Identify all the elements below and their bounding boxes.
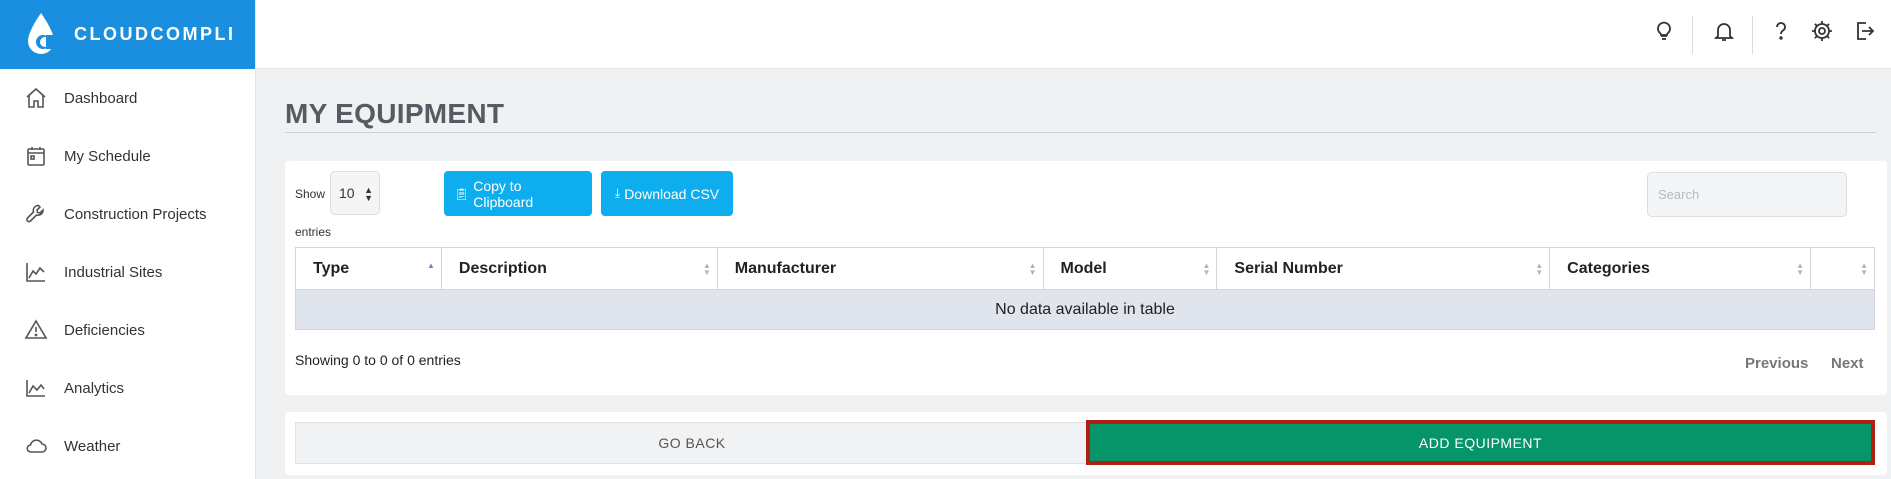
brand-name: CLOUDCOMPLI xyxy=(74,24,236,44)
go-back-button[interactable]: GO BACK xyxy=(295,422,1089,464)
clipboard-icon: 📋︎ xyxy=(454,186,470,201)
gear-icon[interactable] xyxy=(1808,17,1836,45)
table-info: Showing 0 to 0 of 0 entries xyxy=(295,352,461,368)
sort-asc-icon: ▲ xyxy=(426,261,435,270)
wrench-icon xyxy=(24,202,48,226)
sidebar-item-label: Weather xyxy=(64,437,121,455)
download-icon: ⤓ xyxy=(614,186,621,200)
select-arrows-icon: ▲ ▼ xyxy=(364,185,373,203)
sidebar-item-analytics[interactable]: Analytics xyxy=(0,359,255,417)
sort-icon: ▲ ▼ xyxy=(1860,261,1868,277)
top-bar xyxy=(256,0,1891,69)
sidebar-item-label: Analytics xyxy=(64,379,125,397)
column-header-categories[interactable]: Categories ▲ ▼ xyxy=(1549,247,1812,290)
column-header-label: Categories xyxy=(1567,259,1650,277)
page-size-select[interactable]: 10 ▲ ▼ xyxy=(330,171,380,215)
column-header-manufacturer[interactable]: Manufacturer ▲ ▼ xyxy=(716,247,1044,290)
previous-page-button[interactable]: Previous xyxy=(1745,355,1808,372)
sidebar-item-my-schedule[interactable]: My Schedule xyxy=(0,127,255,185)
cloudcompli-logo-icon xyxy=(28,12,56,54)
download-csv-button[interactable]: ⤓ Download CSV xyxy=(601,171,733,216)
action-buttons-card: GO BACK ADD EQUIPMENT xyxy=(285,412,1887,475)
sidebar: CLOUDCOMPLI Dashboard My Schedule Constr… xyxy=(0,0,256,479)
column-header-label: Serial Number xyxy=(1234,259,1343,277)
page-size-value: 10 xyxy=(339,185,355,201)
sort-icon: ▲ ▼ xyxy=(1796,261,1805,277)
add-equipment-button[interactable]: ADD EQUIPMENT xyxy=(1086,420,1875,465)
sort-icon: ▲ ▼ xyxy=(1535,261,1544,277)
column-header-model[interactable]: Model ▲ ▼ xyxy=(1042,247,1218,290)
sidebar-item-construction-projects[interactable]: Construction Projects xyxy=(0,185,255,243)
sidebar-item-label: Deficiencies xyxy=(64,321,145,339)
copy-to-clipboard-button[interactable]: 📋︎ Copy to Clipboard xyxy=(444,171,592,216)
equipment-table-card: Show 10 ▲ ▼ entries 📋︎ Copy to Clipboard … xyxy=(285,161,1887,395)
copy-to-clipboard-label: Copy to Clipboard xyxy=(473,177,534,210)
column-header-serial-number[interactable]: Serial Number ▲ ▼ xyxy=(1216,247,1551,290)
column-header-label: Manufacturer xyxy=(734,259,837,277)
column-header-description[interactable]: Description ▲ ▼ xyxy=(440,247,718,290)
sidebar-item-weather[interactable]: Weather xyxy=(0,417,255,475)
download-csv-label: Download CSV xyxy=(624,185,720,202)
lightbulb-icon[interactable] xyxy=(1650,17,1678,45)
equipment-table: Type ▲ Description ▲ ▼ Manufacturer ▲ ▼ Mo… xyxy=(295,247,1875,330)
table-row: No data available in table xyxy=(295,289,1875,330)
cloud-icon xyxy=(24,434,48,458)
search-input[interactable] xyxy=(1647,172,1847,217)
sidebar-item-deficiencies[interactable]: Deficiencies xyxy=(0,301,255,359)
factory-icon xyxy=(24,260,48,284)
sidebar-item-dashboard[interactable]: Dashboard xyxy=(0,69,255,127)
table-header-row: Type ▲ Description ▲ ▼ Manufacturer ▲ ▼ Mo… xyxy=(295,247,1875,290)
empty-table-message: No data available in table xyxy=(295,289,1875,330)
logout-icon[interactable] xyxy=(1850,17,1878,45)
home-icon xyxy=(24,86,48,110)
top-bar-divider xyxy=(1692,16,1693,54)
column-header-label: Model xyxy=(1060,259,1107,277)
sidebar-item-label: Dashboard xyxy=(64,89,138,107)
title-divider xyxy=(285,132,1876,133)
entries-label: entries xyxy=(295,225,332,239)
help-icon[interactable] xyxy=(1767,17,1795,45)
page-title: MY EQUIPMENT xyxy=(285,98,505,129)
show-label: Show xyxy=(295,187,326,201)
column-header-label: Type xyxy=(313,259,350,277)
sidebar-item-industrial-sites[interactable]: Industrial Sites xyxy=(0,243,255,301)
next-page-button[interactable]: Next xyxy=(1831,355,1864,372)
sort-icon: ▲ ▼ xyxy=(702,261,711,277)
column-header-actions[interactable]: ▲ ▼ xyxy=(1810,247,1875,290)
sidebar-item-label: My Schedule xyxy=(64,147,151,165)
calendar-icon xyxy=(24,144,48,168)
area-chart-icon xyxy=(24,376,48,400)
sidebar-item-label: Industrial Sites xyxy=(64,263,163,281)
sort-icon: ▲ ▼ xyxy=(1202,261,1211,277)
warning-icon xyxy=(24,318,48,342)
brand-logo[interactable]: CLOUDCOMPLI xyxy=(0,0,255,69)
top-bar-divider xyxy=(1752,16,1753,54)
sidebar-item-label: Construction Projects xyxy=(64,205,207,223)
sidebar-nav: Dashboard My Schedule Construction Proje… xyxy=(0,69,255,475)
column-header-type[interactable]: Type ▲ xyxy=(295,247,442,290)
sort-icon: ▲ ▼ xyxy=(1028,261,1037,277)
bell-icon[interactable] xyxy=(1710,17,1738,45)
column-header-label: Description xyxy=(458,259,547,277)
